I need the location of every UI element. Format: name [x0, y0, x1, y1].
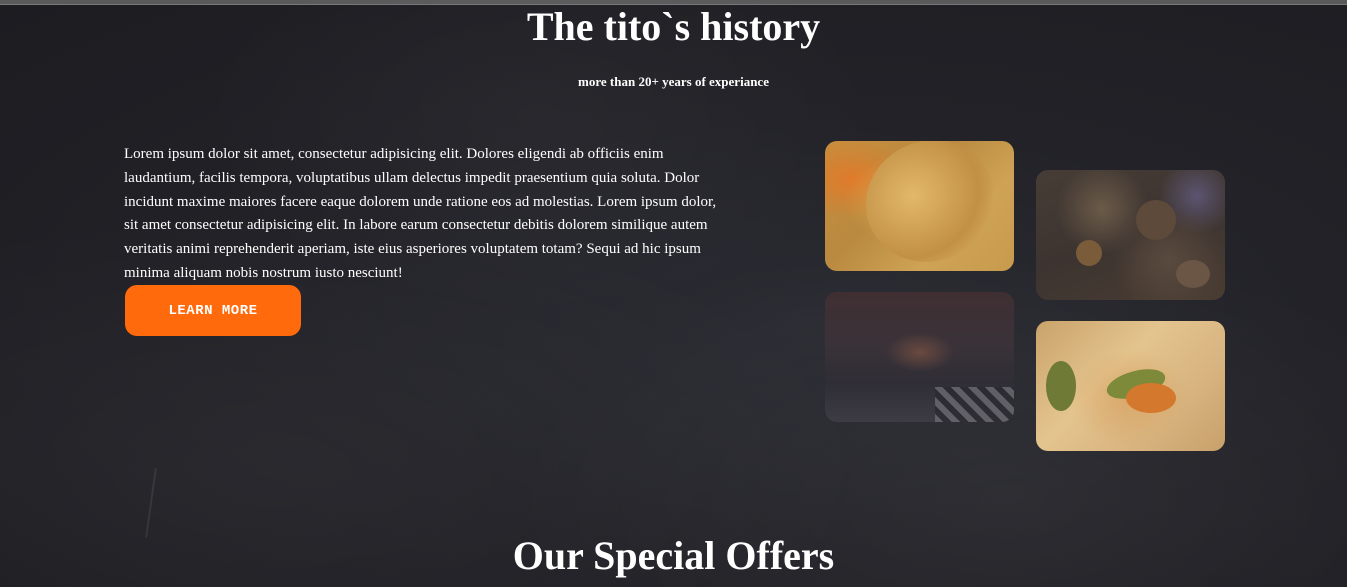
special-offers-title: Our Special Offers	[512, 533, 835, 578]
shrimp-salad-image	[1036, 321, 1225, 451]
chalk-mark	[145, 468, 157, 538]
history-subtitle: more than 20+ years of experiance	[578, 74, 769, 89]
learn-more-button[interactable]: LEARN MORE	[125, 285, 301, 336]
bread-image	[825, 141, 1014, 271]
history-title: The tito`s history	[526, 4, 821, 49]
history-paragraph: Lorem ipsum dolor sit amet, consectetur …	[124, 146, 717, 281]
restaurant-interior-image	[825, 292, 1014, 422]
food-platter-image	[1036, 170, 1225, 300]
